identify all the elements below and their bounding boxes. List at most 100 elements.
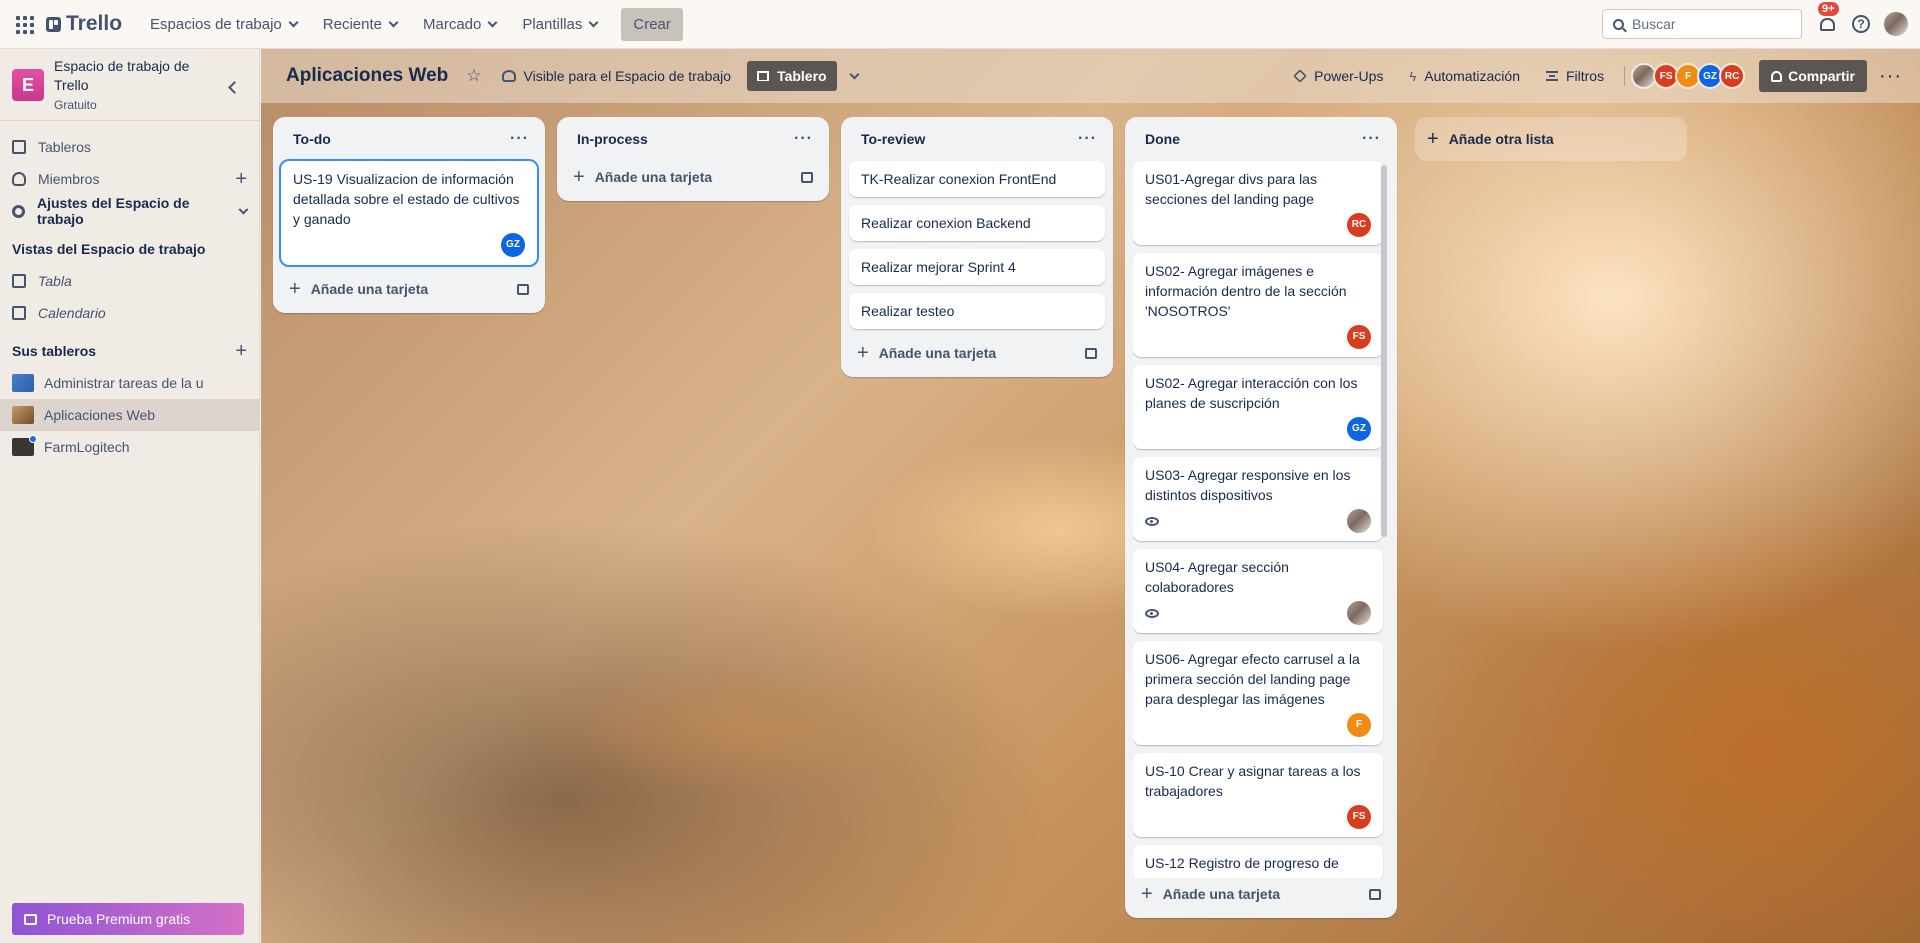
card[interactable]: US06- Agregar efecto carrusel a la prime… xyxy=(1133,641,1383,745)
card-template-icon[interactable] xyxy=(1085,347,1097,359)
help-icon[interactable]: ? xyxy=(1852,15,1870,33)
card-badges: FS xyxy=(1145,805,1371,829)
add-person-icon xyxy=(1771,70,1783,82)
add-member-icon[interactable]: + xyxy=(235,169,247,189)
add-card-button[interactable]: + Añade una tarjeta xyxy=(1133,878,1389,910)
sidebar-board-item-active[interactable]: Aplicaciones Web xyxy=(0,399,259,431)
sidebar-board-item[interactable]: Administrar tareas de la u xyxy=(0,367,259,399)
collapse-sidebar-icon[interactable] xyxy=(228,81,241,94)
card-member-avatar[interactable] xyxy=(1347,601,1371,625)
list-title[interactable]: To-review xyxy=(861,131,925,147)
card-badges: GZ xyxy=(1145,417,1371,441)
share-button[interactable]: Compartir xyxy=(1759,60,1868,92)
card[interactable]: Realizar mejorar Sprint 4 xyxy=(849,249,1105,285)
workspace-plan: Gratuito xyxy=(54,98,97,112)
your-boards-heading: Sus tableros + xyxy=(0,335,259,367)
list-scrollbar[interactable] xyxy=(1381,165,1387,537)
add-card-button[interactable]: + Añade una tarjeta xyxy=(849,337,1105,369)
add-card-button[interactable]: + Añade una tarjeta xyxy=(281,273,537,305)
nav-templates-menu[interactable]: Plantillas xyxy=(512,9,607,40)
power-ups-label: Power-Ups xyxy=(1314,68,1384,84)
card-member-avatar[interactable]: F xyxy=(1347,713,1371,737)
add-card-button[interactable]: + Añade una tarjeta xyxy=(565,161,821,193)
list-menu-icon[interactable]: ··· xyxy=(1078,130,1097,148)
list-menu-icon[interactable]: ··· xyxy=(1362,130,1381,148)
list-title[interactable]: In-process xyxy=(577,131,648,147)
nav-starred-menu[interactable]: Marcado xyxy=(413,9,506,40)
card-template-icon[interactable] xyxy=(801,171,813,183)
card[interactable]: Realizar testeo xyxy=(849,293,1105,329)
nav-recent-menu[interactable]: Reciente xyxy=(313,9,407,40)
list-cards-scroll[interactable]: US01-Agregar divs para las secciones del… xyxy=(1133,161,1389,878)
chevron-down-icon[interactable] xyxy=(849,69,860,79)
list-header: In-process ··· xyxy=(565,117,821,161)
card[interactable]: US01-Agregar divs para las secciones del… xyxy=(1133,161,1383,245)
sidebar-view-calendar[interactable]: Calendario xyxy=(0,297,259,329)
account-avatar[interactable] xyxy=(1884,12,1908,36)
your-boards-label: Sus tableros xyxy=(12,343,97,359)
list-header: To-review ··· xyxy=(849,117,1105,161)
board-thumbnail xyxy=(12,435,37,456)
board-menu-icon[interactable]: ··· xyxy=(1873,65,1908,88)
trello-logo[interactable]: Trello xyxy=(46,12,122,36)
app-switcher-icon[interactable] xyxy=(12,12,36,36)
watching-eye-icon xyxy=(1145,516,1159,526)
card-badges xyxy=(1145,601,1371,625)
add-card-label: Añade una tarjeta xyxy=(878,345,997,361)
sidebar-item-label: Tableros xyxy=(38,139,91,155)
card-badges: GZ xyxy=(293,233,525,257)
workspace-name[interactable]: Espacio de trabajo de Trello xyxy=(54,57,214,95)
power-ups-button[interactable]: Power-Ups xyxy=(1284,61,1393,91)
add-board-icon[interactable]: + xyxy=(235,341,247,361)
list-title[interactable]: To-do xyxy=(293,131,331,147)
card[interactable]: US02- Agregar imágenes e información den… xyxy=(1133,253,1383,357)
card-member-avatar[interactable]: FS xyxy=(1347,805,1371,829)
list-title[interactable]: Done xyxy=(1145,131,1180,147)
notifications-button[interactable]: 9+ xyxy=(1816,2,1839,35)
board-canvas: Aplicaciones Web ☆ Visible para el Espac… xyxy=(261,49,1920,943)
card-member-avatar[interactable] xyxy=(1347,509,1371,533)
card[interactable]: US-12 Registro de progreso de xyxy=(1133,845,1383,878)
card[interactable]: US03- Agregar responsive en los distinto… xyxy=(1133,457,1383,541)
card[interactable]: US02- Agregar interacción con los planes… xyxy=(1133,365,1383,449)
card-template-icon[interactable] xyxy=(517,283,529,295)
board-view-button[interactable]: Tablero xyxy=(747,61,837,91)
sidebar-item-members[interactable]: Miembros + xyxy=(0,163,259,195)
create-button[interactable]: Crear xyxy=(621,7,683,41)
member-avatar[interactable]: RC xyxy=(1719,63,1746,89)
topbar-right-group: Buscar 9+ ? xyxy=(1602,2,1908,39)
plus-icon: + xyxy=(857,342,869,364)
card[interactable]: US-10 Crear y asignar tareas a los traba… xyxy=(1133,753,1383,837)
card[interactable]: TK-Realizar conexion FrontEnd xyxy=(849,161,1105,197)
list-menu-icon[interactable]: ··· xyxy=(510,130,529,148)
sidebar-board-item[interactable]: FarmLogitech xyxy=(0,431,259,463)
automation-button[interactable]: ϟ Automatización xyxy=(1399,61,1530,91)
filters-button[interactable]: Filtros xyxy=(1536,61,1614,91)
board-visibility-button[interactable]: Visible para el Espacio de trabajo xyxy=(501,68,732,84)
card[interactable]: US-19 Visualizacion de información detal… xyxy=(281,161,537,265)
sidebar-item-workspace-settings[interactable]: Ajustes del Espacio de trabajo xyxy=(0,195,259,227)
visibility-label: Visible para el Espacio de trabajo xyxy=(523,68,732,84)
sidebar-board-label: Administrar tareas de la u xyxy=(44,375,204,391)
card-member-avatar[interactable]: GZ xyxy=(501,233,525,257)
card[interactable]: US04- Agregar sección colaboradores xyxy=(1133,549,1383,633)
card-member-avatar[interactable]: FS xyxy=(1347,325,1371,349)
trello-logo-text: Trello xyxy=(66,12,123,35)
card-template-icon[interactable] xyxy=(1369,888,1381,900)
card[interactable]: Realizar conexion Backend xyxy=(849,205,1105,241)
rocket-icon xyxy=(1293,69,1307,83)
card-member-avatar[interactable]: GZ xyxy=(1347,417,1371,441)
nav-workspaces-menu[interactable]: Espacios de trabajo xyxy=(140,9,307,40)
plus-icon: + xyxy=(289,278,301,300)
board-title[interactable]: Aplicaciones Web xyxy=(286,65,448,87)
list-menu-icon[interactable]: ··· xyxy=(794,130,813,148)
premium-trial-button[interactable]: Prueba Premium gratis xyxy=(12,903,244,935)
list-in-process: In-process ··· + Añade una tarjeta xyxy=(557,117,829,201)
search-input[interactable]: Buscar xyxy=(1602,9,1802,39)
add-list-button[interactable]: + Añade otra lista xyxy=(1415,117,1687,161)
star-icon[interactable]: ☆ xyxy=(466,66,481,86)
card-member-avatar[interactable]: RC xyxy=(1347,213,1371,237)
sidebar-view-table[interactable]: Tabla xyxy=(0,265,259,297)
card-title: US-10 Crear y asignar tareas a los traba… xyxy=(1145,763,1361,799)
sidebar-item-boards[interactable]: Tableros xyxy=(0,131,259,163)
